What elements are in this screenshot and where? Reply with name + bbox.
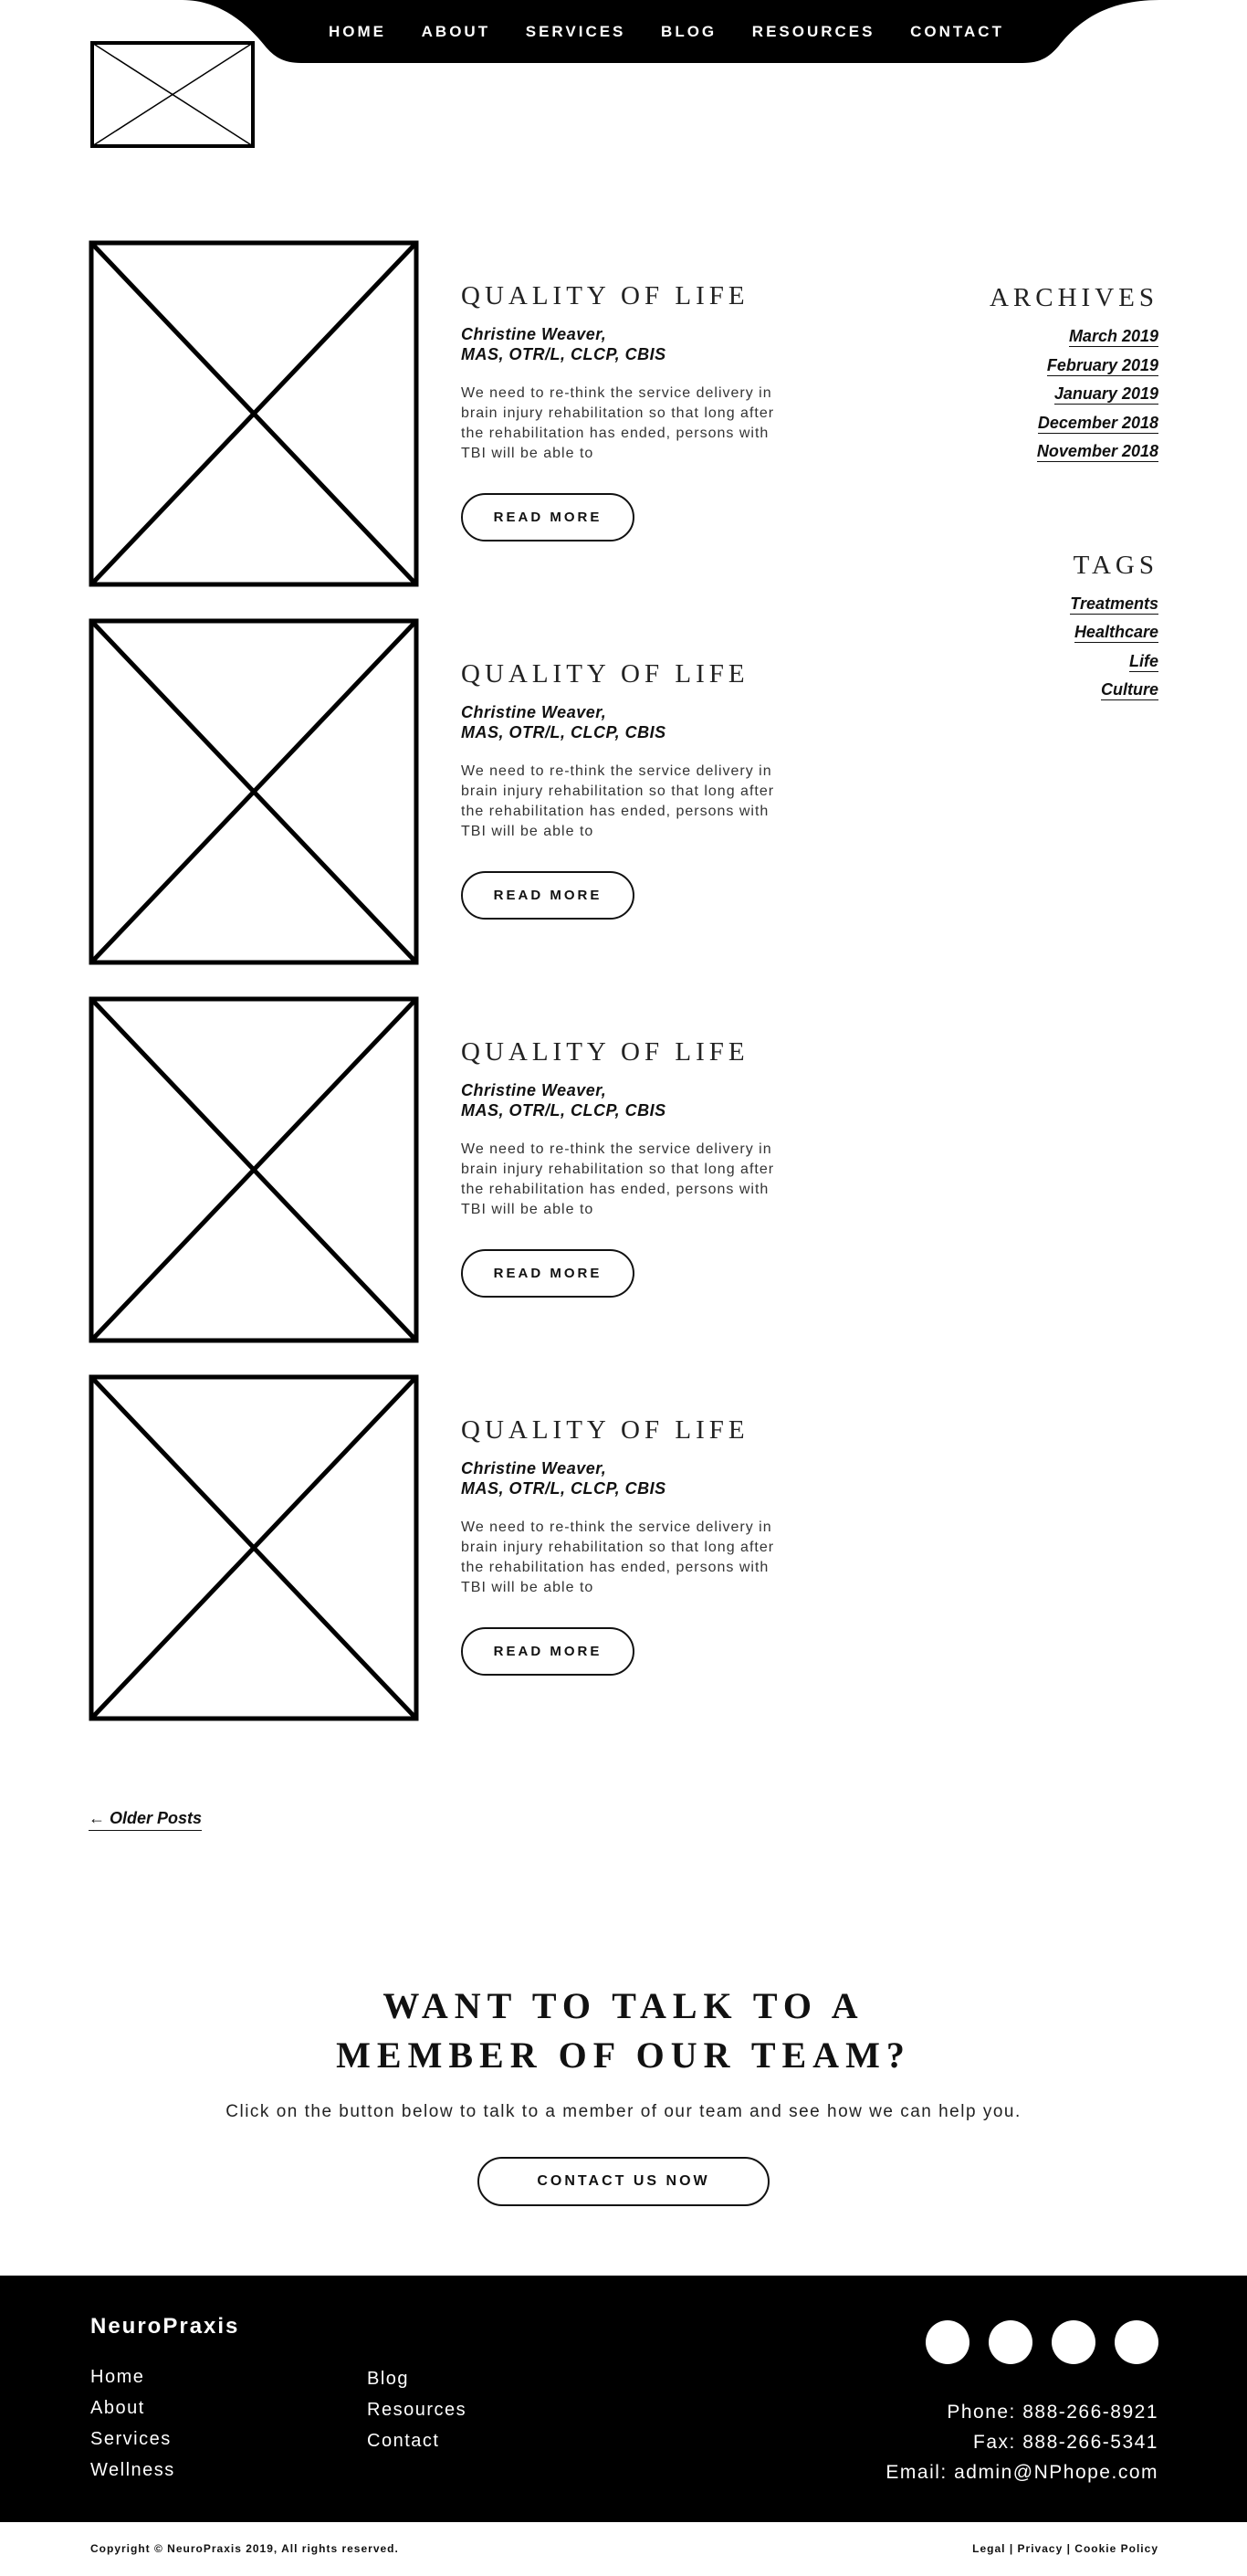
post-title[interactable]: QUALITY OF LIFE — [461, 1037, 749, 1067]
footer-link-home[interactable]: Home — [90, 2361, 175, 2392]
footer-link-contact[interactable]: Contact — [367, 2425, 466, 2456]
read-more-button[interactable]: READ MORE — [461, 1249, 634, 1298]
archive-link[interactable]: November 2018 — [921, 437, 1158, 467]
cta-heading-line1: WANT TO TALK TO A — [382, 1985, 865, 2026]
archive-link[interactable]: March 2019 — [921, 322, 1158, 352]
footer-link-about[interactable]: About — [90, 2392, 175, 2424]
post-title[interactable]: QUALITY OF LIFE — [461, 1415, 749, 1446]
post-author: Christine Weaver, MAS, OTR/L, CLCP, CBIS — [461, 1458, 790, 1498]
footer-phone: Phone: 888-266-8921 — [947, 2402, 1158, 2423]
tag-link-label: Culture — [1101, 680, 1158, 700]
author-credentials: MAS, OTR/L, CLCP, CBIS — [461, 345, 666, 363]
nav-blog[interactable]: BLOG — [661, 23, 717, 41]
archive-link-label: November 2018 — [1036, 442, 1158, 462]
footer-contact: Phone: 888-266-8921 Fax: 888-266-5341 Em… — [885, 2397, 1158, 2487]
footer-link-services[interactable]: Services — [90, 2424, 175, 2455]
read-more-button[interactable]: READ MORE — [461, 1627, 634, 1676]
post-image-placeholder-icon[interactable] — [89, 240, 419, 587]
social-icon[interactable] — [1052, 2320, 1095, 2364]
main-nav: HOME ABOUT SERVICES BLOG RESOURCES CONTA… — [274, 0, 1059, 63]
social-links — [926, 2320, 1158, 2364]
post-image-placeholder-icon[interactable] — [89, 996, 419, 1343]
post-author: Christine Weaver, MAS, OTR/L, CLCP, CBIS — [461, 1080, 790, 1120]
footer-email[interactable]: Email: admin@NPhope.com — [885, 2457, 1158, 2487]
nav-contact[interactable]: CONTACT — [910, 23, 1004, 41]
author-credentials: MAS, OTR/L, CLCP, CBIS — [461, 1101, 666, 1120]
social-icon[interactable] — [1115, 2320, 1158, 2364]
separator: | — [1066, 2542, 1075, 2555]
nav-home[interactable]: HOME — [329, 23, 386, 41]
archive-link-label: March 2019 — [1068, 327, 1158, 347]
tags-heading: TAGS — [1073, 550, 1158, 580]
tag-link[interactable]: Life — [921, 647, 1158, 677]
tag-link[interactable]: Culture — [921, 676, 1158, 705]
tag-link-label: Healthcare — [1074, 623, 1158, 643]
post-image-placeholder-icon[interactable] — [89, 1374, 419, 1721]
author-credentials: MAS, OTR/L, CLCP, CBIS — [461, 1479, 666, 1498]
post-excerpt: We need to re-think the service delivery… — [461, 385, 775, 461]
footer-link-wellness[interactable]: Wellness — [90, 2455, 175, 2486]
tag-link-label: Treatments — [1070, 594, 1158, 615]
tag-link[interactable]: Healthcare — [921, 618, 1158, 647]
cta-heading-line2: MEMBER OF OUR TEAM? — [336, 2035, 911, 2076]
tag-link-label: Life — [1128, 651, 1158, 672]
archive-link[interactable]: December 2018 — [921, 409, 1158, 438]
archives-list: March 2019 February 2019 January 2019 De… — [921, 322, 1158, 467]
footer-link-resources[interactable]: Resources — [367, 2394, 466, 2425]
author-name: Christine Weaver, — [461, 703, 607, 721]
nav-resources[interactable]: RESOURCES — [752, 23, 875, 41]
post-image-placeholder-icon[interactable] — [89, 618, 419, 965]
post-author: Christine Weaver, MAS, OTR/L, CLCP, CBIS — [461, 324, 790, 364]
bottom-bar: Copyright © NeuroPraxis 2019, All rights… — [0, 2522, 1247, 2576]
archive-link[interactable]: January 2019 — [921, 380, 1158, 409]
contact-us-button[interactable]: CONTACT US NOW — [477, 2157, 770, 2206]
nav-about[interactable]: ABOUT — [422, 23, 490, 41]
separator: | — [1009, 2542, 1018, 2555]
read-more-button[interactable]: READ MORE — [461, 871, 634, 920]
footer-fax: Fax: 888-266-5341 — [973, 2432, 1158, 2453]
author-name: Christine Weaver, — [461, 1081, 607, 1099]
archive-link-label: January 2019 — [1053, 384, 1158, 405]
post-author: Christine Weaver, MAS, OTR/L, CLCP, CBIS — [461, 702, 790, 742]
cta-heading: WANT TO TALK TO A MEMBER OF OUR TEAM? — [0, 1982, 1247, 2080]
footer: NeuroPraxis Home About Services Wellness… — [0, 2276, 1247, 2522]
author-name: Christine Weaver, — [461, 1459, 607, 1477]
legal-links: Legal | Privacy | Cookie Policy — [972, 2542, 1158, 2555]
post-excerpt: We need to re-think the service delivery… — [461, 1141, 775, 1217]
archive-link[interactable]: February 2019 — [921, 352, 1158, 381]
blog-post: QUALITY OF LIFE Christine Weaver, MAS, O… — [89, 996, 1156, 1343]
post-title[interactable]: QUALITY OF LIFE — [461, 659, 749, 689]
tags-list: Treatments Healthcare Life Culture — [921, 590, 1158, 705]
footer-nav-col2: Blog Resources Contact — [367, 2363, 466, 2456]
privacy-link[interactable]: Privacy — [1018, 2542, 1064, 2555]
archive-link-label: December 2018 — [1037, 413, 1158, 434]
post-excerpt: We need to re-think the service delivery… — [461, 1519, 775, 1595]
cta-text: Click on the button below to talk to a m… — [225, 2102, 1022, 2121]
post-excerpt: We need to re-think the service delivery… — [461, 763, 775, 839]
social-icon[interactable] — [926, 2320, 969, 2364]
tags-section: TAGS Treatments Healthcare Life Culture — [921, 551, 1158, 705]
copyright: Copyright © NeuroPraxis 2019, All rights… — [90, 2542, 399, 2555]
archives-heading: ARCHIVES — [989, 283, 1158, 312]
archive-link-label: February 2019 — [1046, 355, 1158, 376]
logo-placeholder-icon[interactable] — [90, 41, 255, 148]
read-more-button[interactable]: READ MORE — [461, 493, 634, 541]
social-icon[interactable] — [989, 2320, 1032, 2364]
nav-services[interactable]: SERVICES — [526, 23, 626, 41]
footer-brand[interactable]: NeuroPraxis — [90, 2314, 239, 2339]
blog-post: QUALITY OF LIFE Christine Weaver, MAS, O… — [89, 1374, 1156, 1721]
older-posts-link[interactable]: ← Older Posts — [89, 1809, 203, 1831]
cookie-policy-link[interactable]: Cookie Policy — [1074, 2542, 1158, 2555]
author-credentials: MAS, OTR/L, CLCP, CBIS — [461, 723, 666, 741]
post-title[interactable]: QUALITY OF LIFE — [461, 281, 749, 311]
footer-link-blog[interactable]: Blog — [367, 2363, 466, 2394]
footer-nav-col1: Home About Services Wellness — [90, 2361, 175, 2486]
author-name: Christine Weaver, — [461, 325, 607, 343]
tag-link[interactable]: Treatments — [921, 590, 1158, 619]
sidebar: ARCHIVES March 2019 February 2019 Januar… — [921, 283, 1158, 705]
legal-link[interactable]: Legal — [972, 2542, 1005, 2555]
